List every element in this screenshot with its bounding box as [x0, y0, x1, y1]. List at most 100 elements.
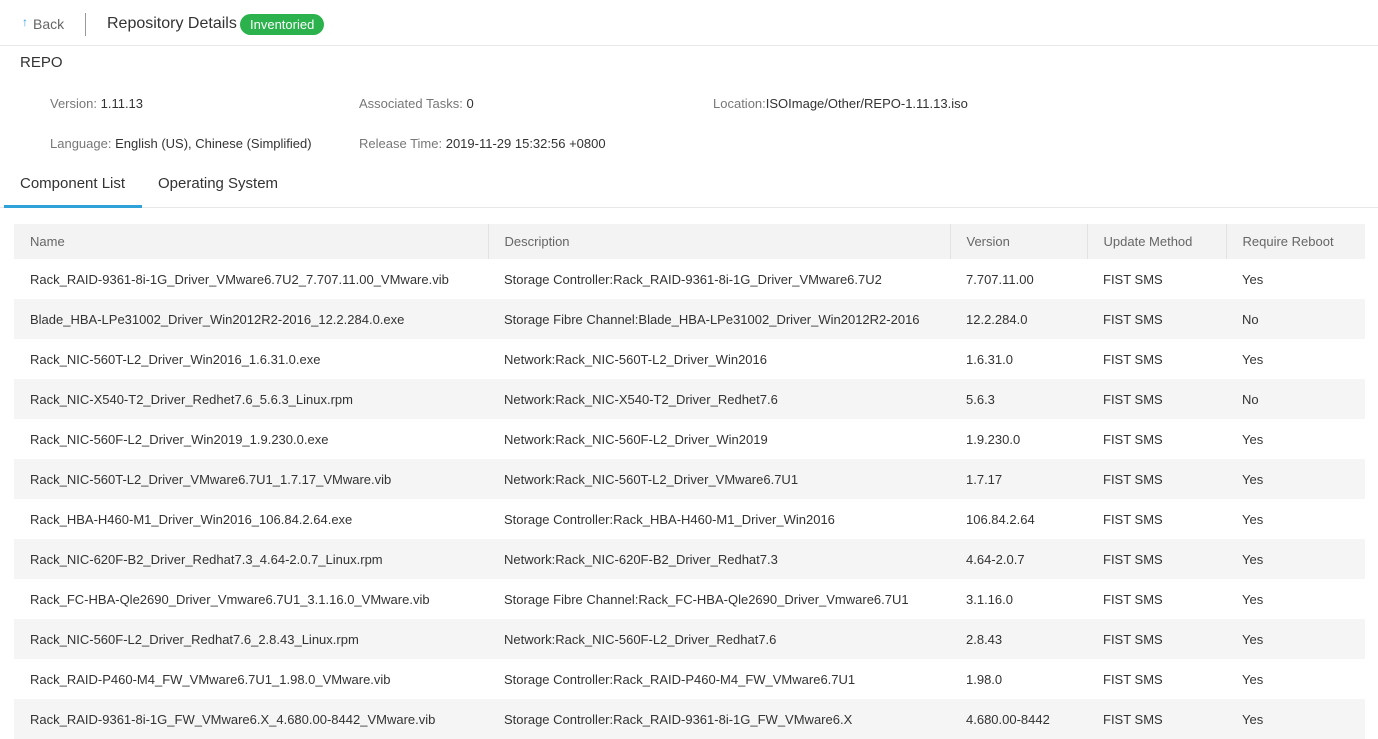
- repo-name: REPO: [20, 54, 63, 71]
- cell-version: 2.8.43: [950, 619, 1087, 659]
- table-row[interactable]: Rack_NIC-620F-B2_Driver_Redhat7.3_4.64-2…: [14, 539, 1365, 579]
- cell-require-reboot: No: [1226, 299, 1365, 339]
- status-badge: Inventoried: [240, 14, 325, 35]
- cell-name: Rack_NIC-560T-L2_Driver_VMware6.7U1_1.7.…: [14, 459, 488, 499]
- cell-description: Network:Rack_NIC-560T-L2_Driver_VMware6.…: [488, 459, 950, 499]
- cell-update-method: FIST SMS: [1087, 299, 1226, 339]
- cell-update-method: FIST SMS: [1087, 259, 1226, 299]
- table-row[interactable]: Rack_RAID-P460-M4_FW_VMware6.7U1_1.98.0_…: [14, 659, 1365, 699]
- tab-component-list[interactable]: Component List: [4, 168, 142, 208]
- table-row[interactable]: Rack_NIC-X540-T2_Driver_Redhet7.6_5.6.3_…: [14, 379, 1365, 419]
- table-row[interactable]: Blade_HBA-LPe31002_Driver_Win2012R2-2016…: [14, 299, 1365, 339]
- cell-description: Storage Controller:Rack_RAID-9361-8i-1G_…: [488, 699, 950, 739]
- table-row[interactable]: Rack_RAID-9361-8i-1G_Driver_VMware6.7U2_…: [14, 259, 1365, 299]
- cell-require-reboot: Yes: [1226, 419, 1365, 459]
- location-label: Location:: [713, 96, 766, 111]
- meta-version: Version: 1.11.13: [50, 96, 143, 111]
- release-value: 2019-11-29 15:32:56 +0800: [445, 136, 606, 151]
- cell-version: 4.680.00-8442: [950, 699, 1087, 739]
- cell-require-reboot: Yes: [1226, 619, 1365, 659]
- release-label: Release Time:: [359, 136, 443, 151]
- cell-name: Rack_NIC-560F-L2_Driver_Win2019_1.9.230.…: [14, 419, 488, 459]
- table-row[interactable]: Rack_NIC-560F-L2_Driver_Win2019_1.9.230.…: [14, 419, 1365, 459]
- column-header-description[interactable]: Description: [488, 224, 951, 259]
- cell-name: Rack_FC-HBA-Qle2690_Driver_Vmware6.7U1_3…: [14, 579, 488, 619]
- table-row[interactable]: Rack_NIC-560T-L2_Driver_VMware6.7U1_1.7.…: [14, 459, 1365, 499]
- cell-description: Network:Rack_NIC-X540-T2_Driver_Redhet7.…: [488, 379, 950, 419]
- column-header-require-reboot[interactable]: Require Reboot: [1226, 224, 1365, 259]
- column-header-update-method[interactable]: Update Method: [1087, 224, 1227, 259]
- top-bar: ↑ Back Repository Details Inventoried: [0, 0, 1378, 46]
- location-value: ISOImage/Other/REPO-1.11.13.iso: [765, 96, 968, 111]
- cell-version: 7.707.11.00: [950, 259, 1087, 299]
- cell-update-method: FIST SMS: [1087, 339, 1226, 379]
- cell-update-method: FIST SMS: [1087, 659, 1226, 699]
- cell-description: Network:Rack_NIC-620F-B2_Driver_Redhat7.…: [488, 539, 950, 579]
- table-row[interactable]: Rack_FC-HBA-Qle2690_Driver_Vmware6.7U1_3…: [14, 579, 1365, 619]
- cell-name: Rack_HBA-H460-M1_Driver_Win2016_106.84.2…: [14, 499, 488, 539]
- cell-require-reboot: No: [1226, 379, 1365, 419]
- back-arrow-icon: ↑: [22, 15, 28, 29]
- cell-version: 1.6.31.0: [950, 339, 1087, 379]
- page-title: Repository Details: [107, 15, 237, 32]
- cell-version: 5.6.3: [950, 379, 1087, 419]
- header-divider: [85, 13, 86, 36]
- cell-update-method: FIST SMS: [1087, 699, 1226, 739]
- cell-description: Network:Rack_NIC-560F-L2_Driver_Redhat7.…: [488, 619, 950, 659]
- cell-version: 1.7.17: [950, 459, 1087, 499]
- cell-name: Rack_NIC-620F-B2_Driver_Redhat7.3_4.64-2…: [14, 539, 488, 579]
- table-header-row: Name Description Version Update Method R…: [14, 224, 1365, 259]
- back-label: Back: [33, 16, 65, 32]
- cell-update-method: FIST SMS: [1087, 419, 1226, 459]
- cell-description: Network:Rack_NIC-560F-L2_Driver_Win2019: [488, 419, 950, 459]
- table-row[interactable]: Rack_HBA-H460-M1_Driver_Win2016_106.84.2…: [14, 499, 1365, 539]
- cell-name: Rack_RAID-9361-8i-1G_FW_VMware6.X_4.680.…: [14, 699, 488, 739]
- table-row[interactable]: Rack_NIC-560T-L2_Driver_Win2016_1.6.31.0…: [14, 339, 1365, 379]
- cell-update-method: FIST SMS: [1087, 499, 1226, 539]
- tab-bar: Component List Operating System: [0, 168, 1378, 208]
- cell-description: Storage Controller:Rack_RAID-P460-M4_FW_…: [488, 659, 950, 699]
- language-value: English (US), Chinese (Simplified): [115, 136, 312, 151]
- cell-version: 3.1.16.0: [950, 579, 1087, 619]
- cell-update-method: FIST SMS: [1087, 619, 1226, 659]
- cell-require-reboot: Yes: [1226, 459, 1365, 499]
- meta-language: Language: English (US), Chinese (Simplif…: [50, 136, 312, 151]
- meta-location: Location:ISOImage/Other/REPO-1.11.13.iso: [713, 96, 968, 111]
- cell-description: Storage Fibre Channel:Rack_FC-HBA-Qle269…: [488, 579, 950, 619]
- cell-name: Rack_NIC-560F-L2_Driver_Redhat7.6_2.8.43…: [14, 619, 488, 659]
- component-table: Name Description Version Update Method R…: [14, 224, 1365, 739]
- cell-require-reboot: Yes: [1226, 659, 1365, 699]
- cell-name: Rack_RAID-9361-8i-1G_Driver_VMware6.7U2_…: [14, 259, 488, 299]
- tasks-value: 0: [466, 96, 474, 111]
- back-button[interactable]: ↑ Back: [22, 15, 65, 32]
- cell-update-method: FIST SMS: [1087, 579, 1226, 619]
- cell-version: 1.9.230.0: [950, 419, 1087, 459]
- table-row[interactable]: Rack_NIC-560F-L2_Driver_Redhat7.6_2.8.43…: [14, 619, 1365, 659]
- cell-require-reboot: Yes: [1226, 499, 1365, 539]
- cell-version: 4.64-2.0.7: [950, 539, 1087, 579]
- cell-name: Rack_NIC-560T-L2_Driver_Win2016_1.6.31.0…: [14, 339, 488, 379]
- column-header-version[interactable]: Version: [950, 224, 1088, 259]
- meta-release: Release Time: 2019-11-29 15:32:56 +0800: [359, 136, 606, 151]
- meta-tasks: Associated Tasks: 0: [359, 96, 474, 111]
- cell-require-reboot: Yes: [1226, 259, 1365, 299]
- cell-update-method: FIST SMS: [1087, 539, 1226, 579]
- cell-update-method: FIST SMS: [1087, 459, 1226, 499]
- language-label: Language:: [50, 136, 112, 151]
- cell-version: 106.84.2.64: [950, 499, 1087, 539]
- cell-name: Rack_RAID-P460-M4_FW_VMware6.7U1_1.98.0_…: [14, 659, 488, 699]
- cell-description: Storage Fibre Channel:Blade_HBA-LPe31002…: [488, 299, 950, 339]
- cell-update-method: FIST SMS: [1087, 379, 1226, 419]
- cell-version: 1.98.0: [950, 659, 1087, 699]
- version-value: 1.11.13: [100, 96, 144, 111]
- version-label: Version:: [50, 96, 97, 111]
- cell-require-reboot: Yes: [1226, 539, 1365, 579]
- column-header-name[interactable]: Name: [14, 224, 489, 259]
- cell-require-reboot: Yes: [1226, 699, 1365, 739]
- table-row[interactable]: Rack_RAID-9361-8i-1G_FW_VMware6.X_4.680.…: [14, 699, 1365, 739]
- cell-require-reboot: Yes: [1226, 339, 1365, 379]
- cell-version: 12.2.284.0: [950, 299, 1087, 339]
- cell-name: Rack_NIC-X540-T2_Driver_Redhet7.6_5.6.3_…: [14, 379, 488, 419]
- cell-description: Storage Controller:Rack_RAID-9361-8i-1G_…: [488, 259, 950, 299]
- tab-operating-system[interactable]: Operating System: [158, 168, 278, 208]
